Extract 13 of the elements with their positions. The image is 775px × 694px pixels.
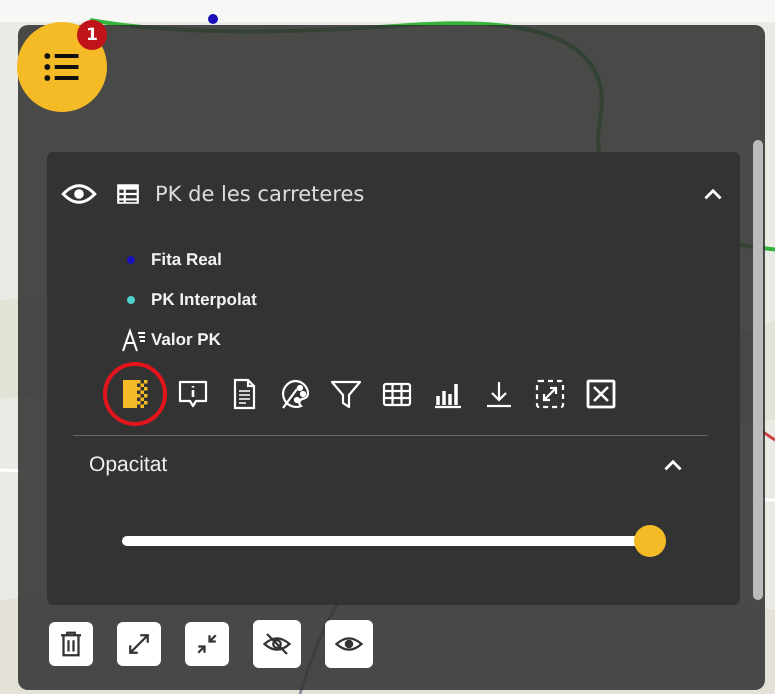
expand-button[interactable] [117,622,161,666]
layer-title: PK de les carreteres [155,182,366,206]
legend-label: Valor PK [151,330,221,350]
show-button[interactable] [325,620,373,668]
delete-button[interactable] [49,622,93,666]
opacity-heading: Opacitat [89,453,168,477]
legend-label: PK Interpolat [151,290,257,310]
text-label-icon [121,328,147,352]
collapse-button[interactable] [185,622,229,666]
hide-button[interactable] [253,620,301,668]
scrollbar[interactable] [753,140,763,600]
slider-thumb[interactable] [634,525,666,557]
legend-label: Fita Real [151,250,222,270]
